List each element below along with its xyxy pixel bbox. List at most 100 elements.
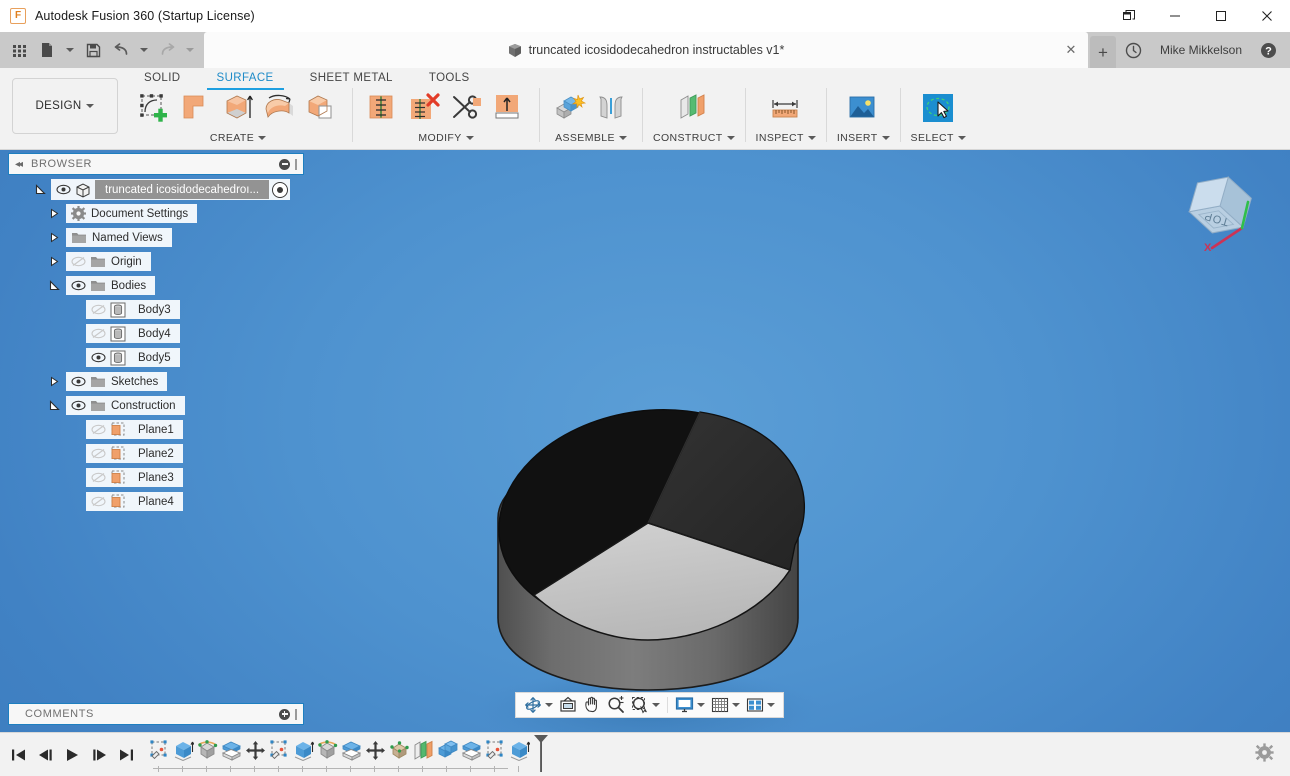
user-name-label[interactable]: Mike Mikkelson	[1150, 43, 1252, 57]
step-forward-icon[interactable]	[90, 744, 108, 766]
browser-collapse-icon[interactable]: ◂◂	[15, 159, 21, 170]
display-settings-chevron-down-icon[interactable]	[697, 703, 705, 707]
zoom-window-chevron-down-icon[interactable]	[652, 703, 660, 707]
timeline-feature-offset[interactable]	[339, 736, 363, 766]
visibility-hidden-eye-icon[interactable]	[91, 328, 105, 339]
tree-row-root[interactable]: truncated icosidodecahedroı...	[8, 180, 304, 199]
timeline-feature-sketch[interactable]	[483, 736, 507, 766]
unstitch-icon[interactable]	[405, 88, 445, 130]
tree-row-bodies[interactable]: Bodies	[8, 276, 304, 295]
twisty-expanded-icon[interactable]	[34, 183, 47, 196]
comments-grip-handle[interactable]	[295, 709, 297, 720]
document-tab-close-icon[interactable]: ✕	[1064, 43, 1078, 57]
play-icon[interactable]	[63, 744, 81, 766]
redo-icon[interactable]	[154, 36, 180, 64]
timeline-feature-move[interactable]	[363, 736, 387, 766]
orbit-icon[interactable]	[521, 693, 556, 717]
revolve-icon[interactable]	[218, 88, 258, 130]
tree-row-body3[interactable]: Body3	[8, 300, 304, 319]
trim-icon[interactable]	[447, 88, 487, 130]
grid-snap-icon[interactable]	[708, 693, 743, 717]
visibility-eye-icon[interactable]	[71, 400, 85, 411]
file-menu-icon[interactable]	[34, 36, 60, 64]
new-component-icon[interactable]	[550, 88, 590, 130]
twisty-expanded-icon[interactable]	[48, 279, 61, 292]
panel-construct-title[interactable]: CONSTRUCT	[653, 132, 735, 144]
maximize-button[interactable]	[1198, 0, 1244, 32]
timeline-feature-sketch[interactable]	[147, 736, 171, 766]
browser-minimize-icon[interactable]	[279, 159, 290, 170]
timeline-feature-offset[interactable]	[459, 736, 483, 766]
restore-down-icon[interactable]	[1106, 0, 1152, 32]
visibility-hidden-eye-icon[interactable]	[91, 304, 105, 315]
orbit-chevron-down-icon[interactable]	[545, 703, 553, 707]
visibility-eye-icon[interactable]	[91, 352, 105, 363]
timeline-marker[interactable]	[532, 734, 550, 770]
visibility-eye-icon[interactable]	[71, 280, 85, 291]
timeline-feature-extrude[interactable]	[291, 736, 315, 766]
timeline-feature-extrude[interactable]	[507, 736, 531, 766]
visibility-eye-icon[interactable]	[71, 376, 85, 387]
browser-grip-handle[interactable]	[295, 159, 297, 170]
panel-modify-title[interactable]: MODIFY	[418, 132, 473, 144]
extrude-icon[interactable]	[176, 88, 216, 130]
extend-icon[interactable]	[489, 88, 529, 130]
timeline-feature-revolve[interactable]	[315, 736, 339, 766]
viewport-canvas[interactable]: ◂◂ BROWSER	[0, 150, 1290, 732]
help-icon[interactable]: ?	[1252, 35, 1284, 65]
timeline-feature-move[interactable]	[243, 736, 267, 766]
tree-row-plane4[interactable]: Plane4	[8, 492, 304, 511]
panel-inspect-title[interactable]: INSPECT	[756, 132, 816, 144]
sweep-icon[interactable]	[260, 88, 300, 130]
measure-icon[interactable]	[766, 88, 806, 130]
redo-chevron-down-icon[interactable]	[182, 36, 198, 64]
pan-icon[interactable]	[580, 693, 604, 717]
timeline-feature-sketch[interactable]	[267, 736, 291, 766]
go-to-beginning-icon[interactable]	[9, 744, 27, 766]
tree-row-plane1[interactable]: Plane1	[8, 420, 304, 439]
close-button[interactable]	[1244, 0, 1290, 32]
visibility-hidden-eye-icon[interactable]	[91, 448, 105, 459]
display-settings-icon[interactable]	[672, 693, 708, 717]
activate-component-icon[interactable]	[272, 182, 288, 198]
twisty-expanded-icon[interactable]	[48, 399, 61, 412]
tab-surface[interactable]: SURFACE	[199, 68, 292, 88]
tab-solid[interactable]: SOLID	[126, 68, 199, 88]
create-sketch-icon[interactable]	[134, 88, 174, 130]
timeline-feature-plane[interactable]	[411, 736, 435, 766]
timeline-settings-icon[interactable]	[1255, 743, 1290, 767]
step-back-icon[interactable]	[36, 744, 54, 766]
go-to-end-icon[interactable]	[117, 744, 135, 766]
tree-row-plane3[interactable]: Plane3	[8, 468, 304, 487]
file-menu-chevron-down-icon[interactable]	[62, 36, 78, 64]
look-at-icon[interactable]	[556, 693, 580, 717]
panel-insert-title[interactable]: INSERT	[837, 132, 890, 144]
undo-chevron-down-icon[interactable]	[136, 36, 152, 64]
minimize-button[interactable]	[1152, 0, 1198, 32]
view-cube[interactable]: TOP X	[1172, 162, 1268, 258]
timeline-feature-offset[interactable]	[219, 736, 243, 766]
visibility-hidden-eye-icon[interactable]	[91, 424, 105, 435]
undo-icon[interactable]	[108, 36, 134, 64]
select-cursor-icon[interactable]	[918, 88, 958, 130]
save-icon[interactable]	[80, 36, 106, 64]
offset-plane-icon[interactable]	[674, 88, 714, 130]
app-grid-icon[interactable]	[6, 36, 32, 64]
tree-row-construction[interactable]: Construction	[8, 396, 304, 415]
panel-assemble-title[interactable]: ASSEMBLE	[555, 132, 627, 144]
tree-row-sketches[interactable]: Sketches	[8, 372, 304, 391]
document-tab[interactable]: truncated icosidodecahedron instructable…	[204, 32, 1088, 68]
timeline-feature-pattern[interactable]	[387, 736, 411, 766]
tree-row-body4[interactable]: Body4	[8, 324, 304, 343]
zoom-window-icon[interactable]	[628, 693, 663, 717]
tab-tools[interactable]: TOOLS	[411, 68, 488, 88]
insert-image-icon[interactable]	[843, 88, 883, 130]
visibility-hidden-eye-icon[interactable]	[91, 472, 105, 483]
visibility-hidden-eye-icon[interactable]	[91, 496, 105, 507]
twisty-collapsed-icon[interactable]	[48, 207, 61, 220]
tree-row-origin[interactable]: Origin	[8, 252, 304, 271]
new-tab-button[interactable]: +	[1090, 36, 1116, 68]
tree-row-body5[interactable]: Body5	[8, 348, 304, 367]
tree-row-plane2[interactable]: Plane2	[8, 444, 304, 463]
grid-snap-chevron-down-icon[interactable]	[732, 703, 740, 707]
